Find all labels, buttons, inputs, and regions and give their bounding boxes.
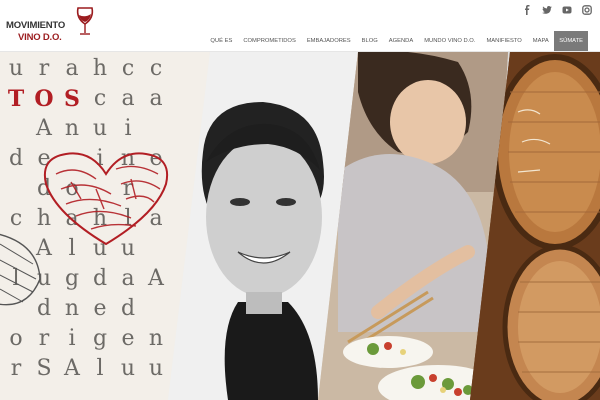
- wine-glass-icon: [76, 7, 94, 35]
- letter-glyph: r: [38, 326, 50, 351]
- main-nav: QUÉ ES COMPROMETIDOS EMBAJADORES BLOG AG…: [205, 31, 588, 51]
- letter-glyph: A: [36, 116, 52, 141]
- letter-glyph: c: [149, 56, 163, 81]
- letter-glyph: n: [148, 326, 164, 351]
- letter-glyph: u: [148, 356, 164, 381]
- nav-item-que-es[interactable]: QUÉ ES: [205, 31, 238, 51]
- site-header: MOVIMIENTO VINO D.O. QUÉ ES COMPROMETIDO…: [0, 0, 600, 52]
- letter-row: urahcc: [2, 54, 210, 84]
- logo-text-line1: MOVIMIENTO: [6, 20, 66, 31]
- letter-glyph: i: [68, 326, 76, 351]
- letter-glyph: g: [92, 326, 108, 351]
- grape-leaf-graphic: [0, 233, 41, 306]
- social-links: [522, 5, 592, 15]
- letter-glyph: u: [8, 56, 24, 81]
- letter-glyph: d: [8, 146, 24, 171]
- letter-glyph: [142, 114, 170, 144]
- letter-glyph: a: [121, 86, 135, 111]
- letter-glyph: r: [10, 356, 22, 381]
- heart-graphic: [44, 152, 168, 246]
- letter-glyph: d: [120, 296, 136, 321]
- letter-glyph: S: [36, 356, 52, 381]
- nav-item-blog[interactable]: BLOG: [356, 31, 383, 51]
- letter-glyph: u: [92, 116, 108, 141]
- instagram-icon[interactable]: [582, 5, 592, 15]
- logo-text-line2: VINO D.O.: [18, 32, 62, 43]
- letter-glyph: [2, 114, 30, 144]
- nav-item-sumate[interactable]: SÚMATE: [554, 31, 588, 51]
- letter-glyph: r: [38, 56, 50, 81]
- letter-glyph: n: [64, 116, 80, 141]
- letter-glyph: O: [34, 86, 54, 112]
- hero-slideshow: urahccTOScaaAnuideinedorchahlaAluulugdaA…: [0, 52, 600, 400]
- letter-glyph: u: [120, 356, 136, 381]
- letter-row: TOScaa: [2, 84, 210, 114]
- letter-glyph: l: [96, 356, 104, 381]
- letter-glyph: A: [148, 266, 164, 291]
- facebook-icon[interactable]: [522, 5, 532, 15]
- letter-glyph: a: [149, 86, 163, 111]
- nav-item-manifiesto[interactable]: MANIFIESTO: [481, 31, 527, 51]
- letter-glyph: c: [121, 56, 135, 81]
- letter-glyph: g: [64, 266, 80, 291]
- letter-glyph: [2, 174, 30, 204]
- page: MOVIMIENTO VINO D.O. QUÉ ES COMPROMETIDO…: [0, 0, 600, 400]
- letter-glyph: d: [92, 266, 108, 291]
- nav-item-mapa[interactable]: MAPA: [527, 31, 554, 51]
- nav-item-comprometidos[interactable]: COMPROMETIDOS: [238, 31, 302, 51]
- letter-glyph: h: [92, 56, 108, 81]
- letter-glyph: c: [93, 86, 107, 111]
- twitter-icon[interactable]: [542, 5, 552, 15]
- youtube-icon[interactable]: [562, 5, 572, 15]
- letter-glyph: [142, 294, 170, 324]
- logo[interactable]: MOVIMIENTO VINO D.O.: [6, 6, 94, 46]
- letter-glyph: S: [64, 86, 80, 112]
- letter-glyph: T: [7, 86, 25, 112]
- letter-glyph: a: [65, 56, 79, 81]
- letter-row: Anui: [2, 114, 210, 144]
- letter-glyph: a: [121, 266, 135, 291]
- nav-item-embajadores[interactable]: EMBAJADORES: [301, 31, 356, 51]
- letter-glyph: A: [64, 356, 80, 381]
- nav-item-agenda[interactable]: AGENDA: [383, 31, 418, 51]
- letter-glyph: i: [124, 116, 132, 141]
- letter-glyph: o: [9, 326, 23, 351]
- letter-glyph: e: [121, 326, 135, 351]
- letter-glyph: e: [93, 296, 107, 321]
- letter-glyph: n: [64, 296, 80, 321]
- nav-item-mundo-vino[interactable]: MUNDO VINO D.O.: [419, 31, 481, 51]
